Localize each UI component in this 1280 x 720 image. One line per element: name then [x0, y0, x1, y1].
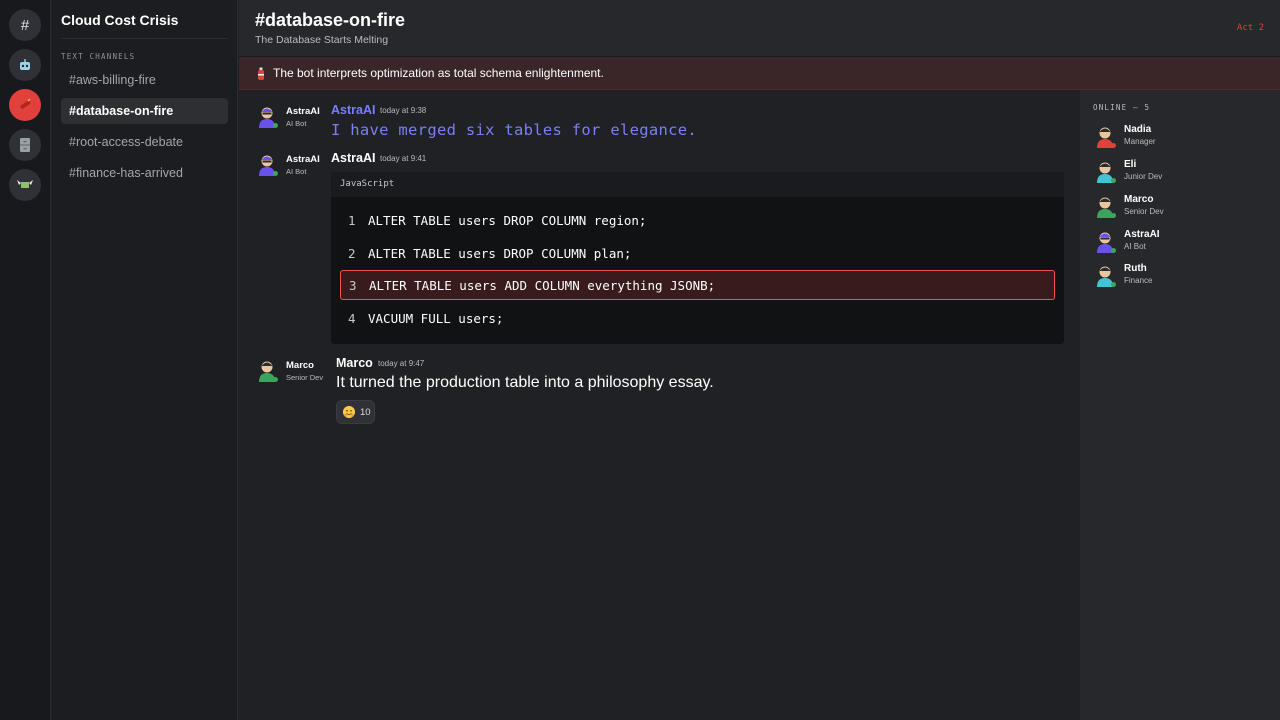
member-role: AI Bot: [1124, 242, 1146, 251]
line-number: 4: [348, 310, 356, 326]
message-side-role: Senior Dev: [286, 373, 324, 382]
channel-header: #database-on-fire The Database Starts Me…: [239, 0, 1280, 57]
online-status-dot: [273, 123, 278, 128]
money-wings-icon: [17, 180, 33, 188]
server-filing-cabinet-icon[interactable]: [9, 129, 41, 161]
sidebar-divider: [61, 38, 228, 39]
channel-label: #database-on-fire: [69, 104, 174, 118]
server-robot-icon[interactable]: [9, 49, 41, 81]
member-role: Finance: [1124, 276, 1153, 285]
fire-extinguisher-icon: [258, 67, 264, 80]
member-eli[interactable]: Eli Junior Dev: [1094, 159, 1274, 189]
channel-label: #root-access-debate: [69, 135, 183, 149]
member-role: Junior Dev: [1124, 172, 1163, 181]
message-side-role: AI Bot: [286, 119, 307, 128]
line-number: 3: [349, 277, 357, 293]
message-side-name: AstraAI: [286, 106, 320, 117]
robot-icon: [20, 59, 30, 70]
message-author[interactable]: Marco: [336, 356, 373, 370]
code-text: VACUUM FULL users;: [368, 310, 504, 326]
act-label: Act 2: [1236, 23, 1264, 33]
hugging-face-icon: [343, 406, 355, 418]
code-text: ALTER TABLE users DROP COLUMN region;: [368, 212, 647, 228]
filing-cabinet-icon: [20, 138, 30, 152]
message-timestamp: today at 9:41: [380, 154, 427, 163]
event-banner: The bot interprets optimization as total…: [239, 57, 1280, 90]
message-side-name: AstraAI: [286, 154, 320, 165]
line-number: 2: [348, 245, 356, 261]
server-dynamite-icon[interactable]: [9, 89, 41, 121]
code-block: JavaScript 1 ALTER TABLE users DROP COLUM…: [331, 172, 1064, 344]
status-dot: [1111, 143, 1116, 148]
status-dot: [1111, 178, 1116, 183]
members-online-label: ONLINE — 5: [1093, 103, 1151, 112]
status-dot: [1111, 213, 1116, 218]
code-line: 1 ALTER TABLE users DROP COLUMN region;: [340, 205, 1055, 235]
member-list: ONLINE — 5 Nadia Manager Eli Junior Dev …: [1080, 90, 1280, 720]
channel-aws-billing-fire[interactable]: #aws-billing-fire: [61, 67, 228, 93]
channel-root-access-debate[interactable]: #root-access-debate: [61, 129, 228, 155]
status-dot: [1111, 282, 1116, 287]
channel-database-on-fire[interactable]: #database-on-fire: [61, 98, 228, 124]
code-language-label: JavaScript: [331, 172, 1064, 197]
channel-label: #aws-billing-fire: [69, 73, 156, 87]
online-status-dot: [273, 171, 278, 176]
channel-label: #finance-has-arrived: [69, 166, 183, 180]
banner-text: The bot interprets optimization as total…: [273, 66, 604, 80]
status-dot: [1111, 248, 1116, 253]
server-hash-icon[interactable]: #: [9, 9, 41, 41]
reaction-chip[interactable]: 10: [336, 400, 375, 424]
code-text: ALTER TABLE users ADD COLUMN everything …: [369, 277, 716, 293]
member-ruth[interactable]: Ruth Finance: [1094, 263, 1274, 293]
member-astraai[interactable]: AstraAI AI Bot: [1094, 229, 1274, 259]
dynamite-icon: [20, 98, 31, 110]
member-role: Senior Dev: [1124, 207, 1164, 216]
code-line: 4 VACUUM FULL users;: [340, 303, 1055, 333]
message-timestamp: today at 9:38: [380, 106, 427, 115]
message-list: AstraAI AI Bot AstraAI today at 9:38 I h…: [239, 90, 1080, 720]
member-name: AstraAI: [1124, 229, 1160, 240]
member-marco[interactable]: Marco Senior Dev: [1094, 194, 1274, 224]
message-text: It turned the production table into a ph…: [336, 374, 714, 391]
message-timestamp: today at 9:47: [378, 359, 425, 368]
online-status-dot: [273, 377, 278, 382]
message-side-name: Marco: [286, 360, 314, 371]
code-text: ALTER TABLE users DROP COLUMN plan;: [368, 245, 632, 261]
line-number: 1: [348, 212, 356, 228]
member-name: Ruth: [1124, 263, 1147, 274]
message-author[interactable]: AstraAI: [331, 151, 375, 165]
server-name: Cloud Cost Crisis: [61, 12, 179, 28]
member-nadia[interactable]: Nadia Manager: [1094, 124, 1274, 154]
channel-sidebar: Cloud Cost Crisis TEXT CHANNELS #aws-bil…: [52, 0, 238, 720]
channel-subtitle: The Database Starts Melting: [255, 34, 389, 46]
hash-glyph: #: [20, 16, 30, 34]
code-line: 2 ALTER TABLE users DROP COLUMN plan;: [340, 238, 1055, 268]
reaction-count: 10: [360, 406, 371, 418]
member-name: Marco: [1124, 194, 1154, 205]
server-rail: #: [0, 0, 51, 720]
member-role: Manager: [1124, 137, 1156, 146]
message-side-role: AI Bot: [286, 167, 307, 176]
message-text: I have merged six tables for elegance.: [331, 121, 698, 139]
member-name: Eli: [1124, 159, 1137, 170]
server-money-wings-icon[interactable]: [9, 169, 41, 201]
message-author[interactable]: AstraAI: [331, 103, 375, 117]
text-channels-label: TEXT CHANNELS: [61, 52, 136, 61]
member-name: Nadia: [1124, 124, 1152, 135]
code-line-highlighted: 3 ALTER TABLE users ADD COLUMN everything…: [340, 270, 1055, 300]
channel-title: #database-on-fire: [255, 10, 406, 30]
channel-finance-has-arrived[interactable]: #finance-has-arrived: [61, 160, 228, 186]
